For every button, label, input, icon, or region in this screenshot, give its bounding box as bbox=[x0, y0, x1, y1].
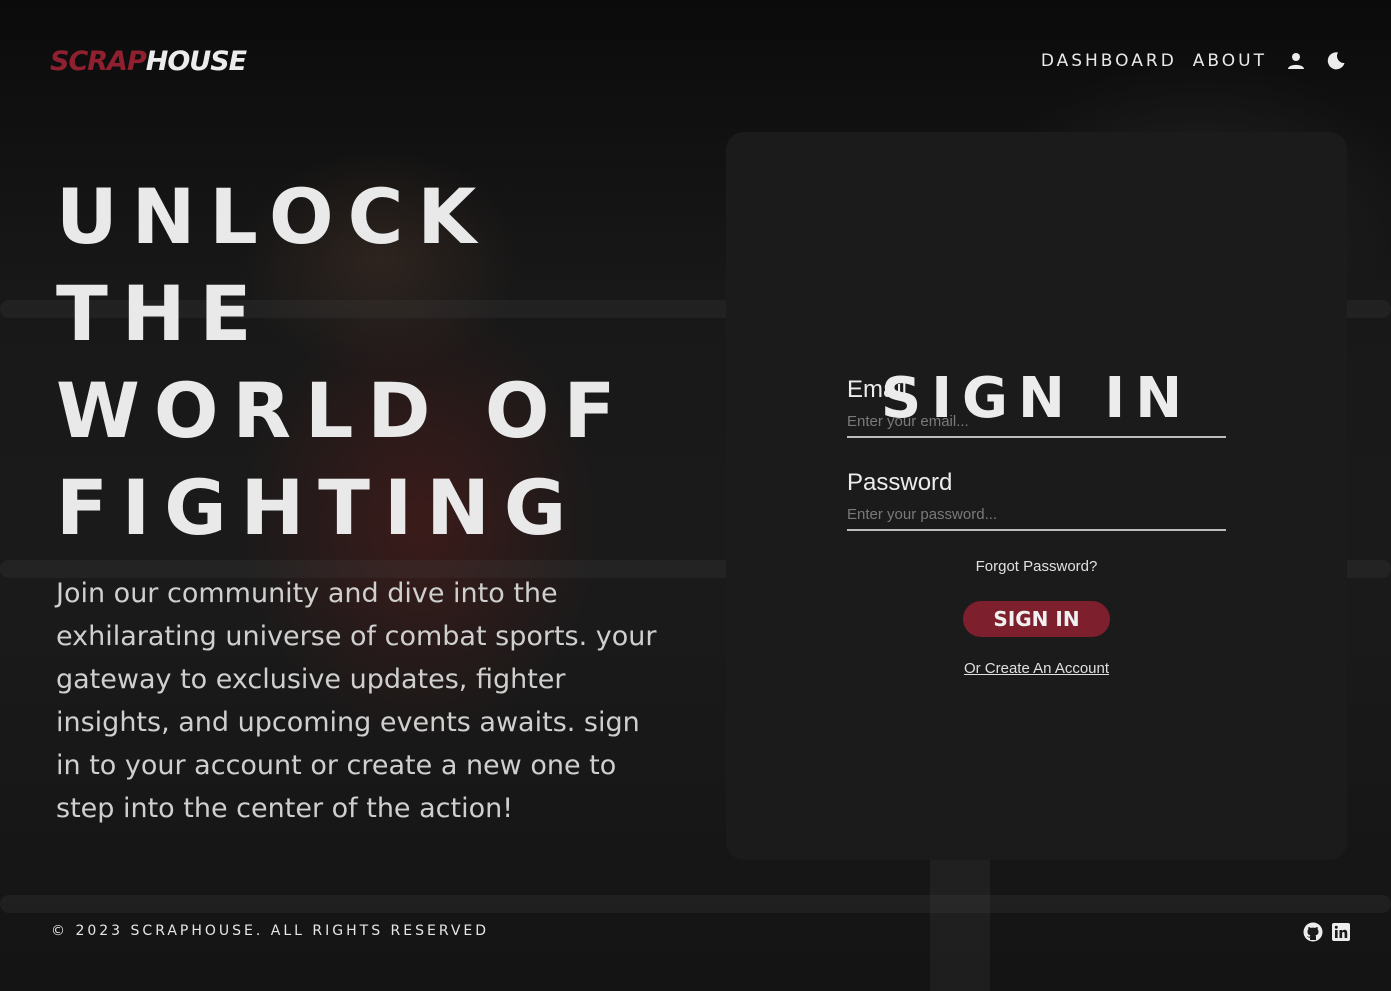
linkedin-icon[interactable] bbox=[1331, 922, 1351, 942]
footer-copyright: © 2023 SCRAPHOUSE. ALL RIGHTS RESERVED bbox=[51, 923, 490, 939]
moon-icon[interactable] bbox=[1325, 50, 1347, 72]
hero-title-line: UNLOCK bbox=[56, 172, 491, 261]
email-input[interactable] bbox=[847, 411, 1226, 438]
hero-description: Join our community and dive into the exh… bbox=[56, 578, 657, 824]
create-account-link[interactable]: Or Create An Account bbox=[847, 660, 1226, 677]
logo-part-house: HOUSE bbox=[145, 46, 247, 77]
password-input[interactable] bbox=[847, 504, 1226, 531]
email-label: Email bbox=[847, 376, 908, 403]
nav-dashboard[interactable]: DASHBOARD bbox=[1041, 51, 1177, 71]
forgot-password-link[interactable]: Forgot Password? bbox=[847, 558, 1226, 575]
footer-social-links bbox=[1295, 922, 1351, 942]
password-field-group: Password bbox=[847, 468, 1226, 531]
signin-button[interactable]: SIGN IN bbox=[963, 601, 1110, 637]
hero-title-line: WORLD OF bbox=[56, 366, 630, 455]
nav-about[interactable]: ABOUT bbox=[1193, 51, 1267, 71]
ring-post bbox=[930, 860, 990, 991]
top-nav: DASHBOARD ABOUT bbox=[1025, 46, 1347, 76]
user-icon[interactable] bbox=[1285, 50, 1307, 72]
password-label: Password bbox=[847, 469, 953, 496]
github-icon[interactable] bbox=[1303, 922, 1323, 942]
email-field-group: Email bbox=[847, 375, 1226, 438]
hero-title: UNLOCK THE WORLD OF FIGHTING bbox=[56, 168, 696, 556]
logo-part-scrap: SCRAP bbox=[50, 46, 147, 77]
hero-title-line: THE bbox=[56, 269, 266, 358]
ring-rope bbox=[0, 895, 1391, 913]
logo[interactable]: SCRAPHOUSE bbox=[50, 44, 247, 80]
hero-title-line: FIGHTING bbox=[56, 463, 581, 552]
